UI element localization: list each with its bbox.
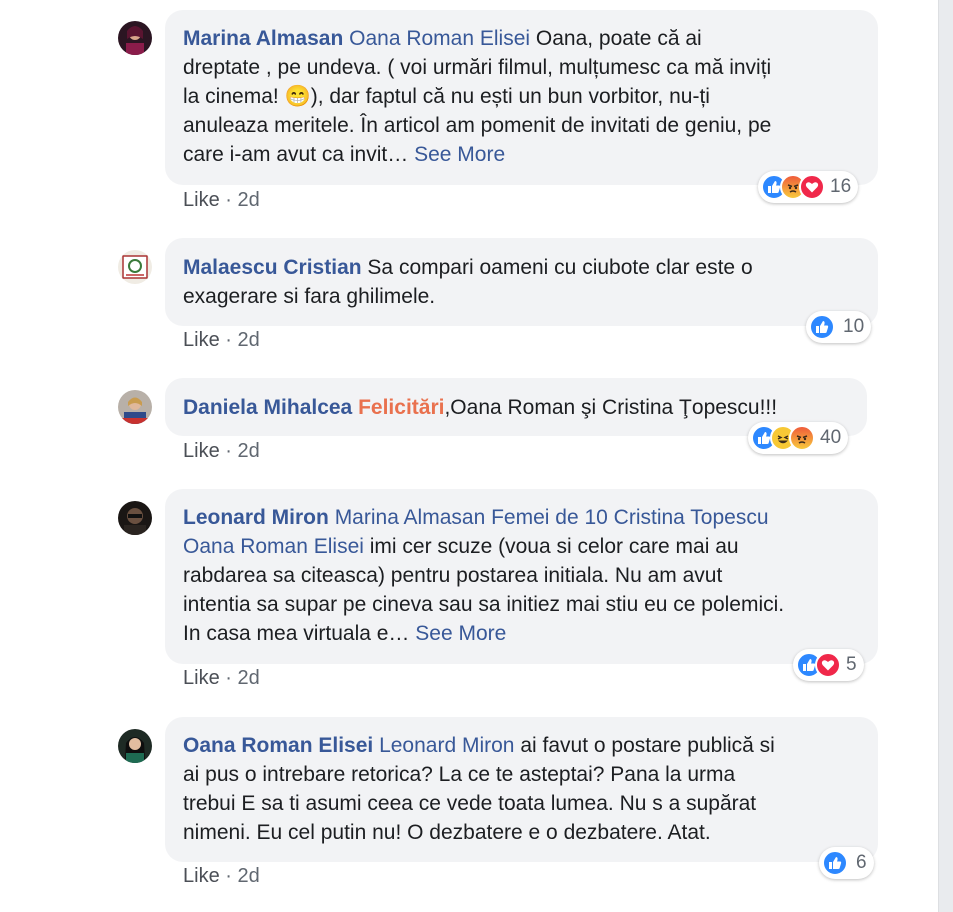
avatar[interactable]	[118, 729, 152, 763]
comment-text: ), dar faptul că nu ești un bun vorbitor…	[310, 85, 710, 108]
angry-reaction-icon	[789, 425, 815, 451]
like-link[interactable]: Like	[183, 667, 220, 689]
avatar[interactable]	[118, 250, 152, 284]
avatar[interactable]	[118, 390, 152, 424]
separator: ·	[225, 865, 232, 887]
love-reaction-icon	[799, 174, 825, 200]
comment-actions: Like · 2d	[183, 440, 260, 463]
page-right-border	[938, 0, 953, 912]
comment-actions: Like · 2d	[183, 329, 260, 352]
mention-tag[interactable]: Oana Roman Elisei	[349, 27, 530, 50]
comment-text: trebui E sa ti asumi ceea ce vede toata …	[183, 792, 757, 815]
mention-tag[interactable]: Leonard Miron	[379, 734, 514, 757]
comment-text: nimeni. Eu cel putin nu! O dezbatere e o…	[183, 821, 711, 844]
like-link[interactable]: Like	[183, 329, 220, 351]
comment-time[interactable]: 2d	[238, 329, 260, 351]
love-reaction-icon	[815, 652, 841, 678]
comment-text: ai pus o intrebare retorica? La ce te as…	[183, 763, 736, 786]
comment-author[interactable]: Daniela Mihalcea	[183, 396, 352, 419]
separator: ·	[225, 189, 232, 211]
avatar[interactable]	[118, 21, 152, 55]
comment-text: anuleaza meritele. În articol am pomenit…	[183, 114, 772, 137]
like-link[interactable]: Like	[183, 440, 220, 462]
comment-actions: Like · 2d	[183, 865, 260, 888]
grinning-emoji-icon: 😁	[284, 85, 311, 108]
comment-actions: Like · 2d	[183, 189, 260, 212]
reaction-count: 16	[830, 176, 852, 197]
comment-author[interactable]: Malaescu Cristian	[183, 256, 362, 279]
mention-tag[interactable]: Marina Almasan Femei de 10 Cristina Tope…	[335, 506, 769, 529]
reaction-summary[interactable]: 6	[819, 847, 874, 879]
reaction-summary[interactable]: 16	[758, 171, 859, 203]
like-reaction-icon	[809, 314, 835, 340]
avatar[interactable]	[118, 501, 152, 535]
comment-time[interactable]: 2d	[238, 189, 260, 211]
comment-text: care i-am avut ca invit…	[183, 143, 409, 166]
comment-time[interactable]: 2d	[238, 440, 260, 462]
separator: ·	[225, 667, 232, 689]
reaction-count: 5	[846, 654, 857, 675]
comment-text: In casa mea virtuala e…	[183, 622, 410, 645]
mention-tag[interactable]: Oana Roman Elisei	[183, 535, 364, 558]
comment-time[interactable]: 2d	[238, 667, 260, 689]
comment-text: intentia sa supar pe cineva sau sa initi…	[183, 593, 785, 616]
comment-author[interactable]: Leonard Miron	[183, 506, 329, 529]
comment-text: imi cer scuze (voua si celor care mai au	[369, 535, 739, 558]
separator: ·	[225, 440, 232, 462]
highlighted-word: Felicitări	[358, 396, 445, 419]
reaction-count: 6	[856, 852, 867, 873]
reaction-count: 10	[843, 316, 865, 337]
separator: ·	[225, 329, 232, 351]
comment-text: Sa compari oameni cu ciubote clar este o	[367, 256, 753, 279]
comment-text: Oana, poate că ai	[535, 27, 702, 50]
comment-author[interactable]: Marina Almasan	[183, 27, 343, 50]
comment-bubble: Leonard Miron Marina Almasan Femei de 10…	[165, 489, 878, 664]
comment-author[interactable]: Oana Roman Elisei	[183, 734, 373, 757]
comment-actions: Like · 2d	[183, 667, 260, 690]
comment-bubble: Oana Roman Elisei Leonard Miron ai favut…	[165, 717, 878, 862]
comment-text: exagerare si fara ghilimele.	[183, 285, 436, 308]
like-link[interactable]: Like	[183, 865, 220, 887]
comment-text: la cinema!	[183, 85, 279, 108]
like-reaction-icon	[822, 850, 848, 876]
comment-text: dreptate , pe undeva. ( voi urmări filmu…	[183, 56, 772, 79]
reaction-summary[interactable]: 5	[793, 649, 864, 681]
comment-bubble: Marina Almasan Oana Roman Elisei Oana, p…	[165, 10, 878, 185]
see-more-link[interactable]: See More	[415, 622, 506, 645]
like-link[interactable]: Like	[183, 189, 220, 211]
reaction-summary[interactable]: 40	[748, 422, 849, 454]
comment-bubble: Malaescu Cristian Sa compari oameni cu c…	[165, 238, 878, 326]
comment-text: rabdarea sa citeasca) pentru postarea in…	[183, 564, 723, 587]
reaction-summary[interactable]: 10	[806, 311, 872, 343]
comment-time[interactable]: 2d	[238, 865, 260, 887]
see-more-link[interactable]: See More	[414, 143, 505, 166]
comment-text: ai favut o postare publică si	[520, 734, 775, 757]
comment-text: ,Oana Roman şi Cristina Ţopescu!!!	[444, 396, 778, 419]
reaction-count: 40	[820, 427, 842, 448]
